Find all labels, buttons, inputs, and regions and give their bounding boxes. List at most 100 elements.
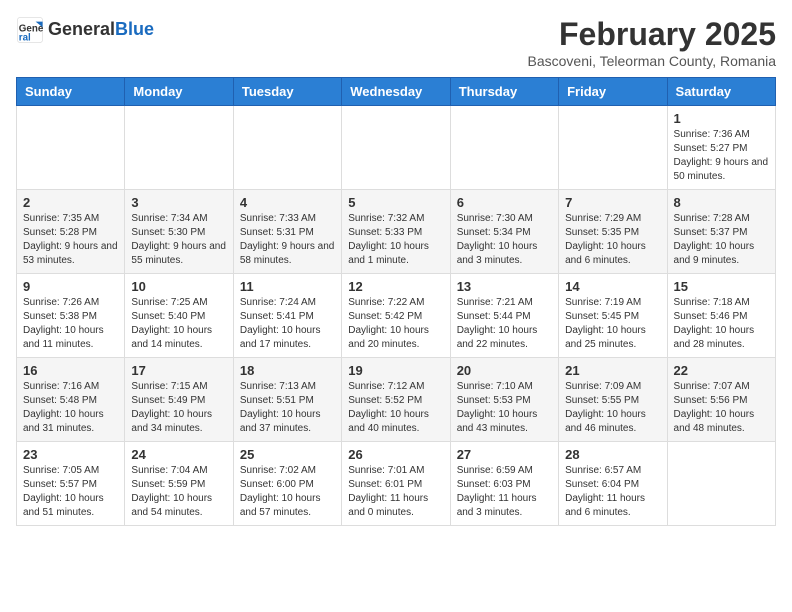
day-number: 13: [457, 279, 552, 294]
day-info: Sunrise: 6:57 AM Sunset: 6:04 PM Dayligh…: [565, 464, 660, 520]
weekday-header-row: SundayMondayTuesdayWednesdayThursdayFrid…: [17, 78, 776, 106]
calendar-cell: 13 Sunrise: 7:21 AM Sunset: 5:44 PM Dayli…: [450, 274, 558, 358]
page-header: Gene ral GeneralBlue February 2025 Basco…: [16, 16, 776, 69]
calendar-cell: 28 Sunrise: 6:57 AM Sunset: 6:04 PM Dayli…: [559, 442, 667, 526]
calendar-cell: 10 Sunrise: 7:25 AM Sunset: 5:40 PM Dayli…: [125, 274, 233, 358]
day-info: Sunrise: 7:07 AM Sunset: 5:56 PM Dayligh…: [674, 380, 769, 436]
calendar-cell: 21 Sunrise: 7:09 AM Sunset: 5:55 PM Dayli…: [559, 358, 667, 442]
day-number: 18: [240, 363, 335, 378]
day-number: 23: [23, 447, 118, 462]
day-info: Sunrise: 7:21 AM Sunset: 5:44 PM Dayligh…: [457, 296, 552, 352]
day-number: 15: [674, 279, 769, 294]
day-number: 27: [457, 447, 552, 462]
weekday-header-saturday: Saturday: [667, 78, 775, 106]
day-info: Sunrise: 7:22 AM Sunset: 5:42 PM Dayligh…: [348, 296, 443, 352]
day-info: Sunrise: 7:32 AM Sunset: 5:33 PM Dayligh…: [348, 212, 443, 268]
day-info: Sunrise: 7:25 AM Sunset: 5:40 PM Dayligh…: [131, 296, 226, 352]
calendar-week-row: 23 Sunrise: 7:05 AM Sunset: 5:57 PM Dayli…: [17, 442, 776, 526]
day-number: 19: [348, 363, 443, 378]
day-number: 8: [674, 195, 769, 210]
calendar-cell: [667, 442, 775, 526]
calendar-cell: [233, 106, 341, 190]
calendar-cell: 14Sunrise: 7:19 AM Sunset: 5:45 PM Dayli…: [559, 274, 667, 358]
calendar-cell: [17, 106, 125, 190]
calendar-cell: 16Sunrise: 7:16 AM Sunset: 5:48 PM Dayli…: [17, 358, 125, 442]
day-info: Sunrise: 7:29 AM Sunset: 5:35 PM Dayligh…: [565, 212, 660, 268]
calendar-table: SundayMondayTuesdayWednesdayThursdayFrid…: [16, 77, 776, 526]
calendar-cell: 4 Sunrise: 7:33 AM Sunset: 5:31 PM Daylig…: [233, 190, 341, 274]
day-info: Sunrise: 7:12 AM Sunset: 5:52 PM Dayligh…: [348, 380, 443, 436]
calendar-cell: [342, 106, 450, 190]
calendar-cell: 19 Sunrise: 7:12 AM Sunset: 5:52 PM Dayli…: [342, 358, 450, 442]
logo-text: GeneralBlue: [48, 20, 154, 40]
calendar-cell: 20 Sunrise: 7:10 AM Sunset: 5:53 PM Dayli…: [450, 358, 558, 442]
calendar-week-row: 16Sunrise: 7:16 AM Sunset: 5:48 PM Dayli…: [17, 358, 776, 442]
calendar-cell: 17 Sunrise: 7:15 AM Sunset: 5:49 PM Dayli…: [125, 358, 233, 442]
calendar-week-row: 9 Sunrise: 7:26 AM Sunset: 5:38 PM Daylig…: [17, 274, 776, 358]
calendar-cell: 8 Sunrise: 7:28 AM Sunset: 5:37 PM Daylig…: [667, 190, 775, 274]
weekday-header-friday: Friday: [559, 78, 667, 106]
calendar-cell: 9 Sunrise: 7:26 AM Sunset: 5:38 PM Daylig…: [17, 274, 125, 358]
calendar-cell: [559, 106, 667, 190]
day-number: 9: [23, 279, 118, 294]
day-info: Sunrise: 7:35 AM Sunset: 5:28 PM Dayligh…: [23, 212, 118, 268]
calendar-cell: 2 Sunrise: 7:35 AM Sunset: 5:28 PM Daylig…: [17, 190, 125, 274]
weekday-header-sunday: Sunday: [17, 78, 125, 106]
calendar-cell: 25Sunrise: 7:02 AM Sunset: 6:00 PM Dayli…: [233, 442, 341, 526]
day-number: 24: [131, 447, 226, 462]
calendar-cell: 5 Sunrise: 7:32 AM Sunset: 5:33 PM Daylig…: [342, 190, 450, 274]
weekday-header-tuesday: Tuesday: [233, 78, 341, 106]
day-number: 6: [457, 195, 552, 210]
day-info: Sunrise: 7:33 AM Sunset: 5:31 PM Dayligh…: [240, 212, 335, 268]
day-info: Sunrise: 7:05 AM Sunset: 5:57 PM Dayligh…: [23, 464, 118, 520]
day-info: Sunrise: 7:09 AM Sunset: 5:55 PM Dayligh…: [565, 380, 660, 436]
day-info: Sunrise: 7:24 AM Sunset: 5:41 PM Dayligh…: [240, 296, 335, 352]
day-number: 22: [674, 363, 769, 378]
day-number: 5: [348, 195, 443, 210]
day-info: Sunrise: 7:15 AM Sunset: 5:49 PM Dayligh…: [131, 380, 226, 436]
calendar-week-row: 2 Sunrise: 7:35 AM Sunset: 5:28 PM Daylig…: [17, 190, 776, 274]
day-number: 28: [565, 447, 660, 462]
calendar-cell: 24 Sunrise: 7:04 AM Sunset: 5:59 PM Dayli…: [125, 442, 233, 526]
day-info: Sunrise: 7:01 AM Sunset: 6:01 PM Dayligh…: [348, 464, 443, 520]
calendar-week-row: 1 Sunrise: 7:36 AM Sunset: 5:27 PM Daylig…: [17, 106, 776, 190]
day-number: 26: [348, 447, 443, 462]
day-number: 21: [565, 363, 660, 378]
day-number: 10: [131, 279, 226, 294]
logo: Gene ral GeneralBlue: [16, 16, 154, 44]
svg-text:ral: ral: [19, 33, 31, 44]
calendar-cell: [450, 106, 558, 190]
calendar-cell: 12 Sunrise: 7:22 AM Sunset: 5:42 PM Dayli…: [342, 274, 450, 358]
day-number: 12: [348, 279, 443, 294]
calendar-cell: 22 Sunrise: 7:07 AM Sunset: 5:56 PM Dayli…: [667, 358, 775, 442]
month-title: February 2025: [528, 16, 777, 53]
day-number: 2: [23, 195, 118, 210]
day-number: 17: [131, 363, 226, 378]
day-info: Sunrise: 7:36 AM Sunset: 5:27 PM Dayligh…: [674, 128, 769, 184]
calendar-cell: 15 Sunrise: 7:18 AM Sunset: 5:46 PM Dayli…: [667, 274, 775, 358]
day-info: Sunrise: 7:04 AM Sunset: 5:59 PM Dayligh…: [131, 464, 226, 520]
calendar-cell: 6Sunrise: 7:30 AM Sunset: 5:34 PM Daylig…: [450, 190, 558, 274]
calendar-cell: [125, 106, 233, 190]
day-number: 11: [240, 279, 335, 294]
day-info: Sunrise: 7:10 AM Sunset: 5:53 PM Dayligh…: [457, 380, 552, 436]
day-number: 25: [240, 447, 335, 462]
calendar-cell: 26 Sunrise: 7:01 AM Sunset: 6:01 PM Dayli…: [342, 442, 450, 526]
day-number: 7: [565, 195, 660, 210]
calendar-cell: 1 Sunrise: 7:36 AM Sunset: 5:27 PM Daylig…: [667, 106, 775, 190]
day-number: 14: [565, 279, 660, 294]
day-number: 4: [240, 195, 335, 210]
calendar-cell: 11 Sunrise: 7:24 AM Sunset: 5:41 PM Dayli…: [233, 274, 341, 358]
day-info: Sunrise: 7:26 AM Sunset: 5:38 PM Dayligh…: [23, 296, 118, 352]
weekday-header-monday: Monday: [125, 78, 233, 106]
day-number: 20: [457, 363, 552, 378]
day-info: Sunrise: 7:18 AM Sunset: 5:46 PM Dayligh…: [674, 296, 769, 352]
day-number: 1: [674, 111, 769, 126]
weekday-header-thursday: Thursday: [450, 78, 558, 106]
calendar-cell: 23 Sunrise: 7:05 AM Sunset: 5:57 PM Dayli…: [17, 442, 125, 526]
weekday-header-wednesday: Wednesday: [342, 78, 450, 106]
logo-icon: Gene ral: [16, 16, 44, 44]
day-info: Sunrise: 7:28 AM Sunset: 5:37 PM Dayligh…: [674, 212, 769, 268]
calendar-cell: 18Sunrise: 7:13 AM Sunset: 5:51 PM Dayli…: [233, 358, 341, 442]
day-number: 3: [131, 195, 226, 210]
